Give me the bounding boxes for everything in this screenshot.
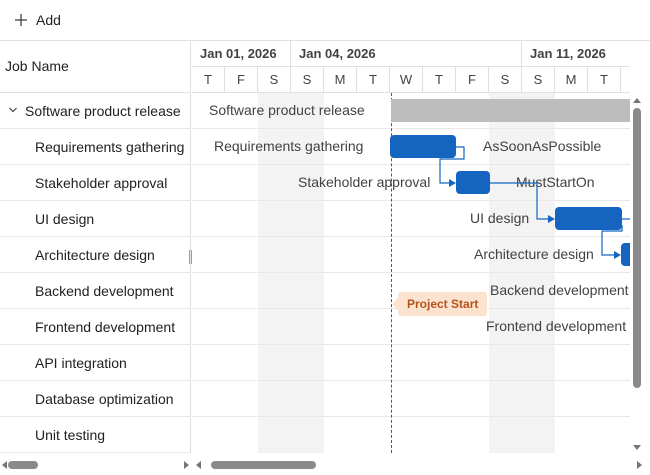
task-name: Frontend development	[35, 318, 176, 335]
timeline-day: F	[225, 67, 258, 93]
table-row[interactable]: Backend development	[0, 273, 190, 309]
scroll-left-arrow-icon[interactable]	[2, 461, 7, 469]
table-row[interactable]: Architecture design	[0, 237, 190, 273]
table-row[interactable]: Requirements gathering	[0, 129, 190, 165]
parent-task-bar[interactable]	[391, 99, 630, 122]
grid-header-label: Job Name	[5, 58, 69, 74]
table-row[interactable]: Unit testing	[0, 417, 190, 453]
gantt-chart: Jan 01, 2026 Jan 04, 2026 Jan 11, 2026 T…	[192, 41, 630, 453]
timeline-day: F	[456, 67, 489, 93]
task-name: Requirements gathering	[35, 138, 185, 155]
timeline-week: Jan 11, 2026	[522, 41, 630, 67]
vertical-scroll-thumb[interactable]	[633, 108, 641, 388]
add-button[interactable]: Add	[14, 8, 61, 32]
vertical-scrollbar[interactable]	[630, 94, 644, 453]
timeline-day: W	[390, 67, 423, 93]
task-bar[interactable]	[456, 171, 490, 194]
timeline-day: S	[522, 67, 555, 93]
timeline-days: T F S S M T W T F S S M T	[192, 67, 630, 93]
task-label: Frontend development	[486, 318, 627, 334]
table-row[interactable]: API integration	[0, 345, 190, 381]
constraint-label: MustStartOn	[516, 174, 595, 190]
task-bar[interactable]	[621, 243, 630, 266]
table-row[interactable]: Software product release	[0, 93, 190, 129]
task-name: Software product release	[25, 102, 181, 119]
task-grid: Job Name Software product release Requir…	[0, 41, 191, 453]
timeline-day: M	[324, 67, 357, 93]
chart-scroll-thumb[interactable]	[211, 461, 316, 469]
task-label: Requirements gathering	[214, 138, 364, 154]
task-name: Backend development	[35, 282, 174, 299]
timeline-day: T	[588, 67, 621, 93]
timeline-weeks: Jan 01, 2026 Jan 04, 2026 Jan 11, 2026	[192, 41, 630, 67]
timeline-day: T	[192, 67, 225, 93]
task-label: UI design	[470, 210, 530, 226]
event-marker[interactable]: Project Start	[391, 292, 488, 316]
timeline-day: S	[258, 67, 291, 93]
table-row[interactable]: Frontend development	[0, 309, 190, 345]
task-label: Architecture design	[474, 246, 594, 262]
task-name: Database optimization	[35, 390, 174, 407]
grid-header-job-name[interactable]: Job Name	[0, 41, 190, 93]
task-bar[interactable]	[555, 207, 622, 230]
table-row[interactable]: Stakeholder approval	[0, 165, 190, 201]
timeline-day: S	[291, 67, 324, 93]
scroll-up-arrow-icon[interactable]	[633, 98, 641, 103]
task-label: Software product release	[209, 102, 365, 118]
table-row[interactable]: Database optimization	[0, 381, 190, 417]
task-label: Stakeholder approval	[298, 174, 431, 190]
grid-scroll-thumb[interactable]	[8, 461, 38, 469]
timeline-day: T	[357, 67, 390, 93]
task-name: Stakeholder approval	[35, 174, 168, 191]
toolbar: Add	[0, 0, 650, 41]
scroll-down-arrow-icon[interactable]	[633, 445, 641, 450]
timeline-day: T	[423, 67, 456, 93]
timeline-week: Jan 04, 2026	[291, 41, 522, 67]
scroll-right-arrow-icon[interactable]	[184, 461, 189, 469]
chart-horizontal-scrollbar[interactable]	[194, 456, 644, 473]
plus-icon	[15, 14, 27, 26]
task-name: API integration	[35, 354, 127, 371]
task-bar[interactable]	[390, 135, 456, 158]
scroll-left-arrow-icon[interactable]	[196, 461, 201, 469]
task-name: Architecture design	[35, 246, 155, 263]
table-row[interactable]: UI design	[0, 201, 190, 237]
timeline-day: M	[555, 67, 588, 93]
constraint-label: AsSoonAsPossible	[483, 138, 602, 154]
task-label: Backend development	[490, 282, 629, 298]
task-name: Unit testing	[35, 426, 106, 443]
grid-horizontal-scrollbar[interactable]	[0, 456, 191, 473]
chevron-down-icon[interactable]	[8, 105, 18, 115]
timeline-week: Jan 01, 2026	[192, 41, 291, 67]
add-button-label: Add	[36, 12, 61, 28]
scroll-right-arrow-icon[interactable]	[637, 461, 642, 469]
task-name: UI design	[35, 210, 95, 227]
chart-body[interactable]: Software product release Requirements ga…	[192, 93, 630, 453]
timeline-day: S	[489, 67, 522, 93]
